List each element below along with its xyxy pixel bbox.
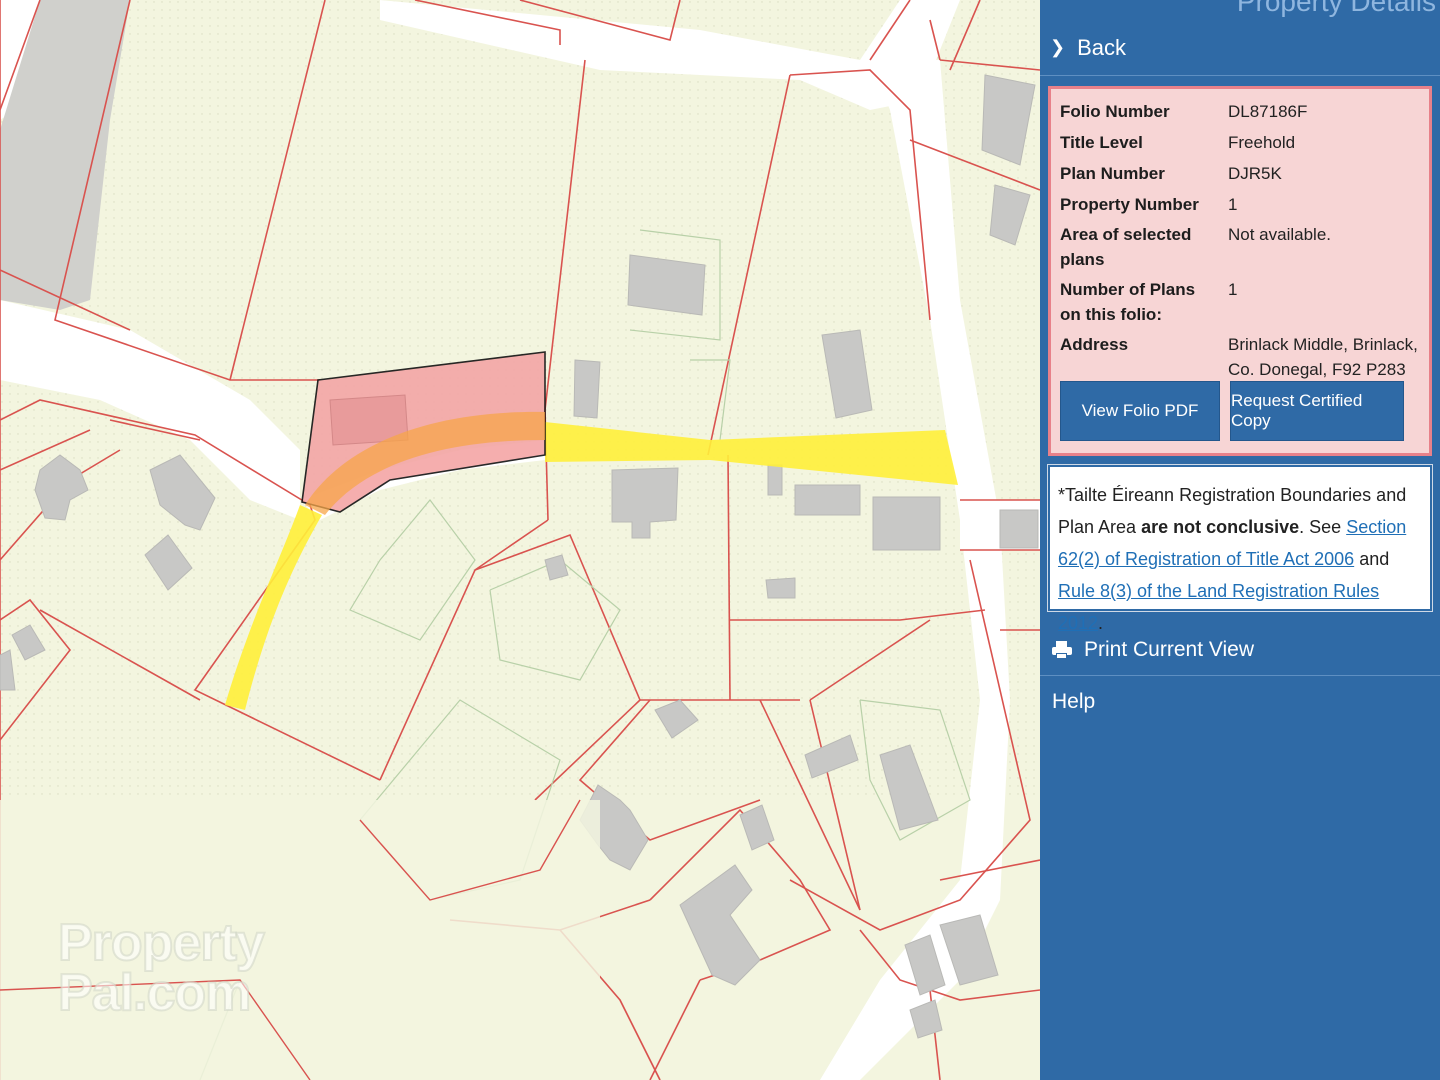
print-current-view-button[interactable]: Print Current View — [1040, 624, 1440, 676]
watermark: Property Pal.com — [57, 914, 266, 1022]
watermark-line2: Pal.com — [57, 964, 252, 1022]
detail-label: Property Number — [1060, 195, 1199, 214]
note-after-bold: . See — [1299, 517, 1342, 537]
note-and: and — [1359, 549, 1390, 569]
detail-value: 1 — [1228, 195, 1238, 214]
folio-details-box: Folio Number DL87186F Title Level Freeho… — [1048, 86, 1432, 456]
folio-actions: View Folio PDF Request Certified Copy — [1060, 381, 1404, 441]
note-bold: are not conclusive — [1141, 517, 1300, 537]
detail-row: Folio Number DL87186F — [1051, 99, 1429, 130]
panel-title: Property Details — [1236, 0, 1436, 17]
detail-label: Address — [1060, 335, 1129, 354]
detail-row: Area of selected plans Not available. — [1051, 222, 1429, 277]
watermark-line1: Property — [57, 914, 266, 972]
map-canvas[interactable]: Property Pal.com — [0, 0, 1040, 1080]
detail-value: DJR5K — [1228, 164, 1282, 183]
detail-label: Plan Number — [1060, 164, 1165, 183]
detail-label: Number of Plans on this folio: — [1060, 280, 1196, 324]
panel-header: Property Details — [1040, 0, 1440, 18]
detail-row: Address Brinlack Middle, Brinlack, Co. D… — [1051, 332, 1429, 382]
disclaimer-note: *Tailte Éireann Registration Boundaries … — [1047, 464, 1433, 633]
detail-value: Not available. — [1228, 225, 1332, 244]
print-label: Print Current View — [1084, 637, 1255, 661]
chevron-right-icon: ❯ — [1050, 37, 1066, 57]
detail-label: Folio Number — [1060, 102, 1170, 121]
back-button[interactable]: ❯ Back — [1040, 20, 1440, 76]
detail-value: DL87186F — [1228, 102, 1308, 121]
detail-label: Title Level — [1060, 133, 1143, 152]
detail-row: Property Number 1 — [1051, 192, 1429, 222]
request-certified-copy-button[interactable]: Request Certified Copy — [1230, 381, 1404, 441]
menu-icon[interactable] — [1052, 0, 1072, 5]
detail-row: Plan Number DJR5K — [1051, 161, 1429, 192]
printer-icon — [1052, 640, 1072, 659]
detail-label: Area of selected plans — [1060, 225, 1192, 269]
detail-value: Brinlack Middle, Brinlack, Co. Donegal, … — [1228, 335, 1418, 379]
back-label: Back — [1077, 34, 1127, 60]
detail-row: Title Level Freehold — [1051, 130, 1429, 161]
detail-value: 1 — [1228, 280, 1238, 299]
property-details-panel: Property Details ❯ Back Folio Number DL8… — [1040, 0, 1440, 1080]
detail-value: Freehold — [1228, 133, 1296, 152]
view-folio-pdf-button[interactable]: View Folio PDF — [1060, 381, 1220, 441]
detail-row: Number of Plans on this folio: 1 — [1051, 277, 1429, 332]
help-link[interactable]: Help — [1052, 690, 1095, 714]
